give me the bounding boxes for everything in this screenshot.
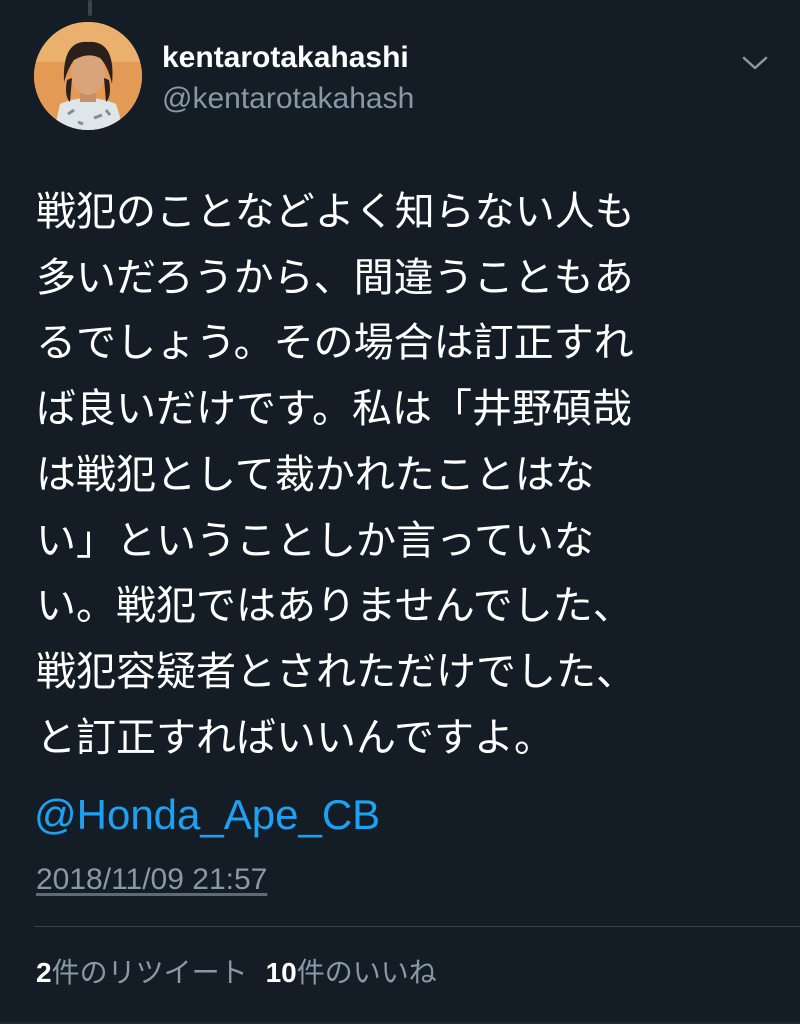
tweet-text-line: 戦犯容疑者とされただけでした、 — [36, 648, 636, 695]
author-handle[interactable]: @kentarotakahash — [162, 81, 414, 117]
tweet-text-line: 戦犯のことなどよく知らない人も — [36, 189, 635, 235]
author-display-name[interactable]: kentarotakahashi — [162, 40, 409, 76]
engagement-stats: 2件のリツイート 10件のいいね — [36, 955, 437, 991]
tweet-timestamp[interactable]: 2018/11/09 21:57 — [36, 862, 267, 898]
avatar-photo — [34, 22, 142, 130]
tweet-text-line: 多いだろうから、間違うこともあ — [36, 254, 634, 301]
tweet-text-line: るでしょう。その場合は訂正すれ — [36, 320, 634, 367]
tweet-text: 戦犯のことなどよく知らない人も 多いだろうから、間違うこともあ るでしょう。その… — [36, 180, 756, 771]
mention-link[interactable]: @Honda_Ape_CB — [34, 788, 380, 842]
likes-stat[interactable]: 10件のいいね — [266, 955, 437, 991]
thread-connector-line — [88, 0, 92, 16]
tweet-text-line: い。戦犯ではありませんでした、 — [36, 583, 633, 630]
avatar[interactable] — [34, 22, 142, 130]
retweets-stat[interactable]: 2件のリツイート — [36, 955, 248, 991]
chevron-down-icon[interactable] — [740, 52, 770, 74]
tweet-text-line: ば良いだけです。私は「井野碩哉 — [36, 386, 632, 433]
likes-label: 件のいいね — [296, 956, 437, 989]
tweet-text-line: は戦犯として裁かれたことはな — [36, 451, 595, 498]
retweets-count: 2 — [36, 957, 52, 988]
divider — [34, 926, 800, 927]
retweets-label: 件のリツイート — [51, 956, 248, 989]
tweet-text-line: と訂正すればいいんですよ。 — [36, 714, 554, 761]
tweet-text-line: い」ということしか言っていな — [36, 517, 594, 564]
likes-count: 10 — [265, 957, 297, 988]
